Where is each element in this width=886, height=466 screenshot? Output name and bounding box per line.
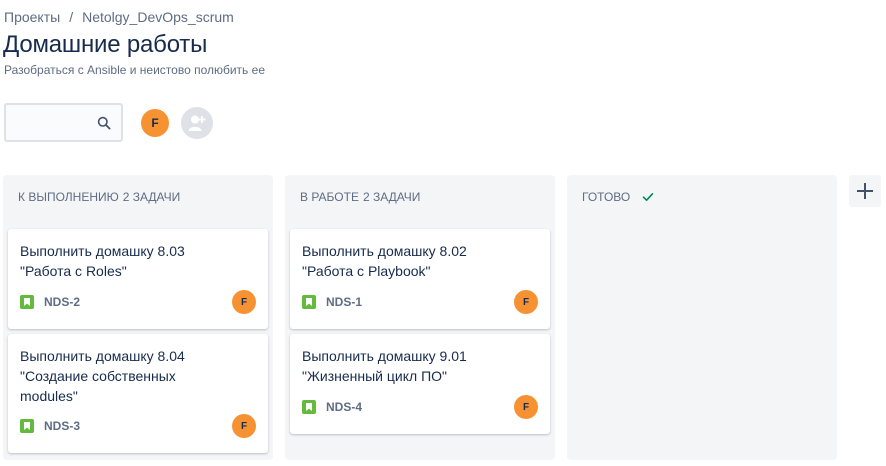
add-person-icon — [188, 115, 206, 131]
issue-key[interactable]: NDS-1 — [326, 295, 362, 309]
column-todo: К выполнению 2 задачи Выполнить домашку … — [3, 175, 273, 460]
check-icon — [642, 193, 654, 201]
story-icon — [20, 419, 34, 433]
issue-card[interactable]: Выполнить домашку 9.01 "Жизненный цикл П… — [290, 334, 550, 434]
issue-card[interactable]: Выполнить домашку 8.02 "Работа с Playboo… — [290, 229, 550, 329]
column-count: 2 задачи — [362, 190, 421, 204]
story-icon — [20, 295, 34, 309]
assignee-avatar[interactable]: F — [514, 290, 538, 314]
column-title: К выполнению — [18, 190, 119, 204]
breadcrumb-project[interactable]: Netolgy_DevOps_scrum — [82, 9, 234, 25]
search-input[interactable] — [12, 113, 92, 133]
page-subtitle: Разобраться с Ansible и неистово полюбит… — [4, 63, 265, 77]
issue-key[interactable]: NDS-3 — [44, 419, 80, 433]
column-count: 2 задачи — [122, 190, 181, 204]
card-summary: Выполнить домашку 8.02 "Работа с Playboo… — [302, 243, 467, 279]
card-footer: NDS-1 F — [302, 290, 538, 314]
user-avatar[interactable]: F — [139, 107, 171, 139]
column-done: Готово — [567, 175, 837, 460]
add-person-button[interactable] — [181, 107, 213, 139]
search-icon[interactable] — [97, 116, 111, 130]
assignee-avatar[interactable]: F — [232, 414, 256, 438]
card-summary: Выполнить домашку 9.01 "Жизненный цикл П… — [302, 348, 467, 384]
column-header: В работе 2 задачи — [300, 190, 420, 204]
breadcrumb-separator: / — [69, 9, 74, 25]
page-title: Домашние работы — [3, 31, 208, 58]
add-column-button[interactable] — [849, 175, 881, 207]
column-header: К выполнению 2 задачи — [18, 190, 180, 204]
issue-key[interactable]: NDS-2 — [44, 295, 80, 309]
card-footer: NDS-4 F — [302, 395, 538, 419]
card-summary: Выполнить домашку 8.03 "Работа с Roles" — [20, 243, 185, 279]
assignee-avatar[interactable]: F — [514, 395, 538, 419]
card-summary: Выполнить домашку 8.04 "Создание собстве… — [20, 348, 185, 404]
plus-icon — [857, 183, 873, 199]
column-title: Готово — [582, 190, 631, 204]
column-header: Готово — [582, 190, 654, 204]
breadcrumb-projects[interactable]: Проекты — [4, 9, 60, 25]
issue-card[interactable]: Выполнить домашку 8.04 "Создание собстве… — [8, 334, 268, 453]
search-box[interactable] — [4, 103, 123, 142]
assignee-avatar[interactable]: F — [232, 290, 256, 314]
breadcrumb: Проекты / Netolgy_DevOps_scrum — [4, 9, 234, 25]
issue-key[interactable]: NDS-4 — [326, 400, 362, 414]
card-footer: NDS-2 F — [20, 290, 256, 314]
story-icon — [302, 295, 316, 309]
card-footer: NDS-3 F — [20, 414, 256, 438]
column-in-progress: В работе 2 задачи Выполнить домашку 8.02… — [285, 175, 555, 460]
column-title: В работе — [300, 190, 359, 204]
story-icon — [302, 400, 316, 414]
issue-card[interactable]: Выполнить домашку 8.03 "Работа с Roles" … — [8, 229, 268, 329]
